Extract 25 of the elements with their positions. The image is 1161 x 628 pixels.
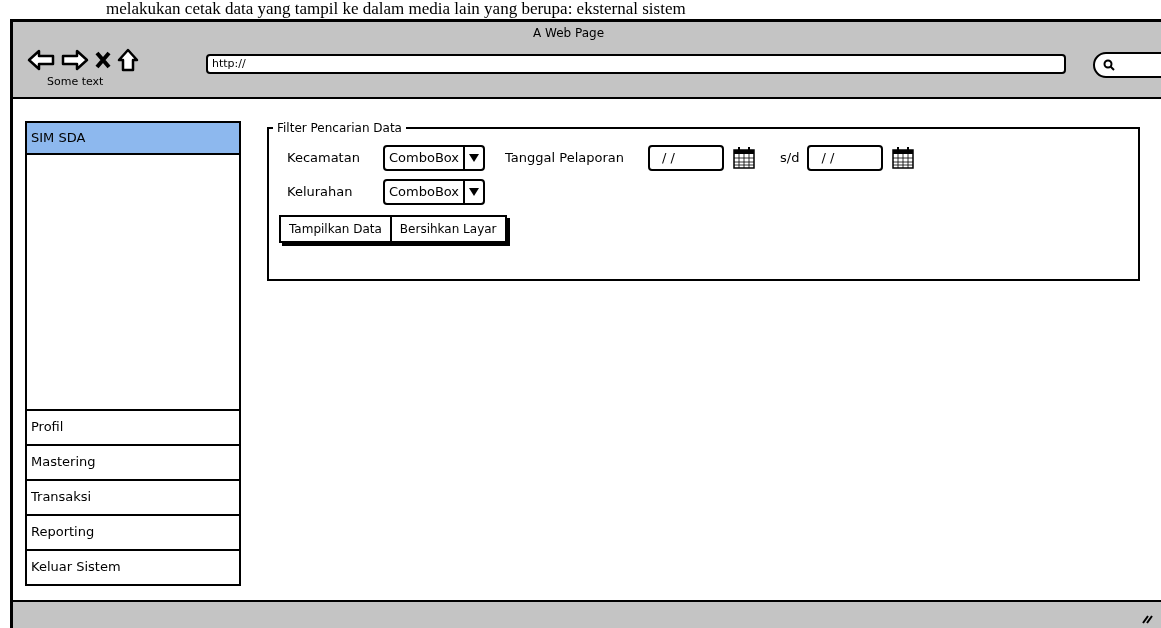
- sidebar-item[interactable]: SIM SDA: [27, 123, 239, 155]
- field-label: Kecamatan: [287, 149, 361, 168]
- combo-box[interactable]: ComboBox: [383, 179, 486, 205]
- combo-box[interactable]: ComboBox: [383, 145, 486, 171]
- back-arrow-icon[interactable]: [27, 48, 55, 72]
- calendar-icon[interactable]: [891, 146, 916, 170]
- field-label: Kelurahan: [287, 183, 354, 202]
- field-label: s/d: [780, 149, 800, 168]
- document-text: melakukan cetak data yang tampil ke dalam media lain yang berupa: eksternal sistem: [105, 0, 687, 19]
- close-icon[interactable]: [95, 51, 111, 69]
- caret-icon: [469, 188, 480, 196]
- date-field[interactable]: / /: [648, 145, 724, 171]
- caret-icon: [469, 154, 480, 162]
- search-icon: [1103, 59, 1115, 71]
- nav-caption: Some text: [47, 74, 104, 90]
- search-field[interactable]: [1093, 52, 1161, 78]
- home-icon[interactable]: [117, 48, 139, 72]
- date-field[interactable]: / /: [807, 145, 884, 171]
- action-button[interactable]: Tampilkan Data: [279, 215, 392, 243]
- action-button[interactable]: Bersihkan Layar: [389, 215, 507, 243]
- url-field[interactable]: http://: [206, 54, 1066, 74]
- field-label: Tanggal Pelaporan: [505, 149, 624, 168]
- forward-arrow-icon[interactable]: [61, 48, 89, 72]
- calendar-icon[interactable]: [732, 146, 756, 170]
- window-title: A Web Page: [533, 25, 605, 42]
